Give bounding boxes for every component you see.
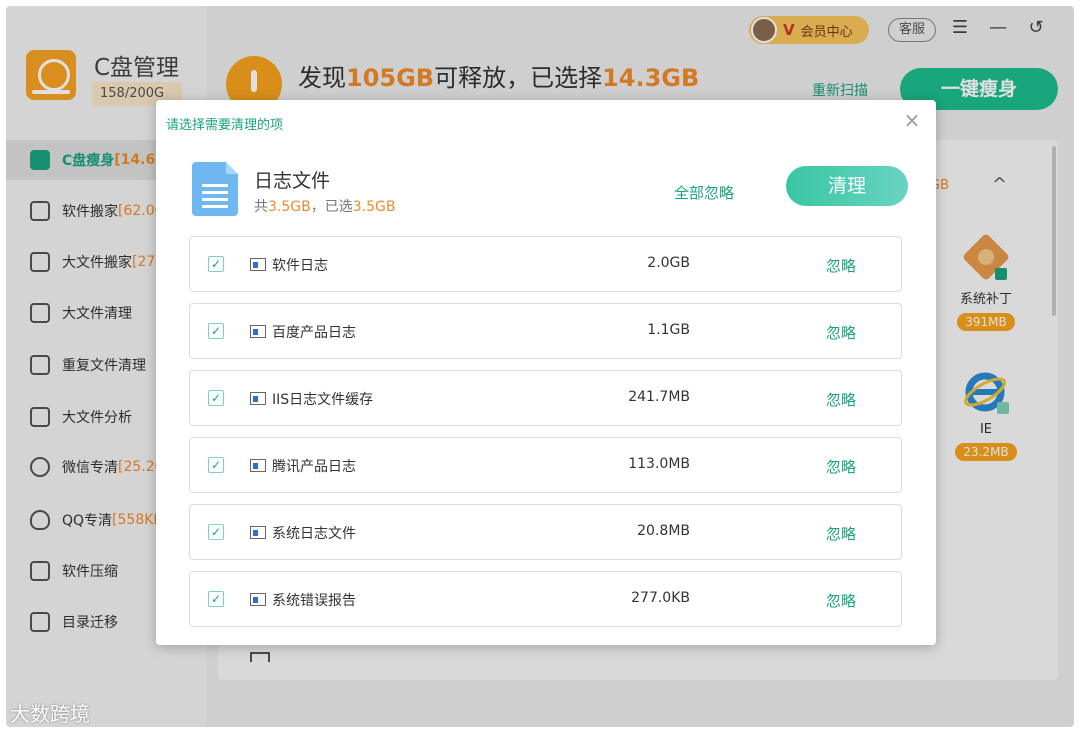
list-item: ✓ 系统日志文件 20.8MB 忽略 [189,504,902,560]
log-file-icon [250,526,266,539]
clean-select-dialog: 请选择需要清理的项 × 日志文件 共3.5GB，已选3.5GB 全部忽略 清理 … [156,100,936,645]
watermark: 大数跨境 [10,702,90,726]
ignore-button[interactable]: 忽略 [826,389,856,410]
ignore-all-button[interactable]: 全部忽略 [674,182,734,203]
clean-button[interactable]: 清理 [786,166,908,206]
dialog-title: 请选择需要清理的项 [166,118,284,133]
checkbox[interactable]: ✓ [208,524,224,540]
ignore-button[interactable]: 忽略 [826,456,856,477]
document-icon [192,162,238,216]
item-name: 腾讯产品日志 [272,459,356,475]
log-file-icon [250,392,266,405]
item-size: 113.0MB [628,456,690,472]
item-size: 2.0GB [647,255,690,271]
log-file-icon [250,459,266,472]
total-label: 共 [254,199,268,215]
list-item: ✓ 软件日志 2.0GB 忽略 [189,236,902,292]
checkbox[interactable]: ✓ [208,591,224,607]
selected-label: 已选 [324,199,353,215]
list-item: ✓ 系统错误报告 277.0KB 忽略 [189,571,902,627]
checkbox[interactable]: ✓ [208,256,224,272]
item-name: IIS日志文件缓存 [272,392,374,408]
list-item: ✓ IIS日志文件缓存 241.7MB 忽略 [189,370,902,426]
ignore-button[interactable]: 忽略 [826,322,856,343]
item-size: 1.1GB [647,322,690,338]
category-stats: 共3.5GB，已选3.5GB [254,196,395,216]
checkbox[interactable]: ✓ [208,457,224,473]
selected-size: 3.5GB [352,199,396,215]
checkbox[interactable]: ✓ [208,323,224,339]
total-size: 3.5GB [268,199,311,215]
log-file-icon [250,258,266,271]
screen: C盘管理 158/200G C盘瘦身 [14.6G 软件搬家 [62.0G 大文件搬… [0,0,1080,733]
list-item: ✓ 百度产品日志 1.1GB 忽略 [189,303,902,359]
log-file-icon [250,325,266,338]
log-file-icon [250,593,266,606]
item-name: 系统日志文件 [272,526,356,542]
ignore-button[interactable]: 忽略 [826,255,856,276]
item-size: 20.8MB [637,523,690,539]
stats-separator: ， [310,199,325,215]
ignore-button[interactable]: 忽略 [826,523,856,544]
item-size: 241.7MB [628,389,690,405]
ignore-button[interactable]: 忽略 [826,590,856,611]
checkbox[interactable]: ✓ [208,390,224,406]
list-item: ✓ 腾讯产品日志 113.0MB 忽略 [189,437,902,493]
close-icon[interactable]: × [900,108,924,132]
item-name: 软件日志 [272,258,328,274]
item-size: 277.0KB [631,590,690,606]
app-window: C盘管理 158/200G C盘瘦身 [14.6G 软件搬家 [62.0G 大文件搬… [6,6,1074,727]
category-name: 日志文件 [254,170,331,192]
item-name: 系统错误报告 [272,593,356,609]
item-name: 百度产品日志 [272,325,356,341]
